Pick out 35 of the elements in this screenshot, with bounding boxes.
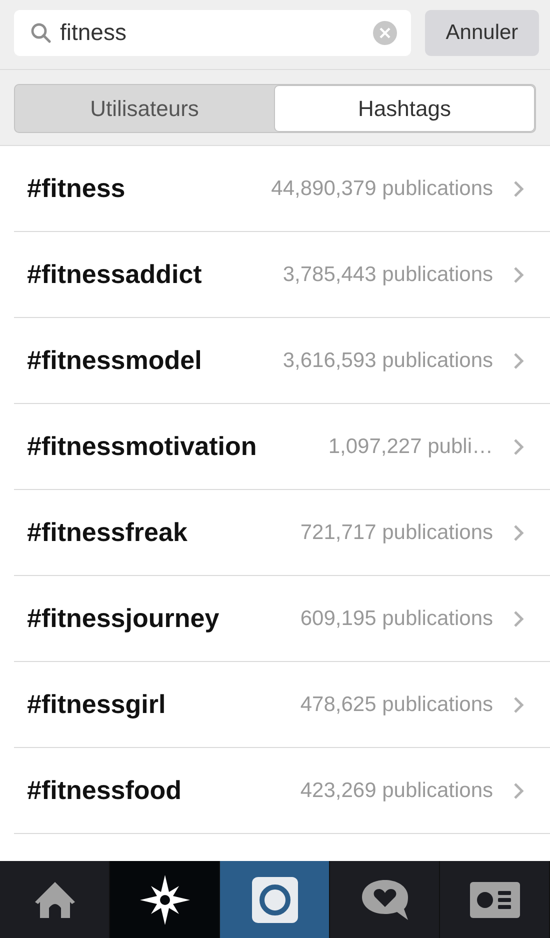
heart-bubble-icon	[360, 878, 410, 922]
chevron-icon	[513, 438, 524, 456]
segment-tab[interactable]: Utilisateurs	[15, 85, 274, 132]
post-count: 44,890,379 publications	[270, 176, 493, 200]
hashtag-name[interactable]: #fitnessaddict	[27, 259, 202, 290]
tab-bar-item[interactable]	[110, 861, 220, 938]
camera-icon	[252, 876, 298, 922]
cancel-button[interactable]: Annuler	[425, 10, 539, 56]
home-icon	[32, 880, 76, 920]
hashtag-name[interactable]: #fitnessgirl	[27, 689, 166, 720]
hashtag-name[interactable]: #fitnessmotivation	[27, 431, 257, 462]
chevron-icon	[513, 696, 524, 714]
chevron-icon	[513, 610, 524, 628]
post-count: 3,785,443 publications	[282, 262, 493, 286]
segment-tab[interactable]: Hashtags	[274, 85, 535, 132]
search-icon	[30, 22, 52, 44]
compass-star-icon	[138, 874, 190, 926]
hashtag-name[interactable]: #fitnessfreak	[27, 517, 188, 548]
post-count: 1,097,227 publi…	[327, 434, 493, 458]
search-field[interactable]: fitness	[14, 10, 411, 56]
chevron-icon	[513, 782, 524, 800]
hashtag-name[interactable]: #fitnessfood	[27, 775, 182, 806]
chevron-icon	[513, 352, 524, 370]
profile-card-icon	[470, 882, 520, 918]
post-count: 721,717 publications	[299, 520, 493, 544]
chevron-icon	[513, 180, 524, 198]
chevron-icon	[513, 524, 524, 542]
post-count: 609,195 publications	[299, 606, 493, 630]
hashtag-name[interactable]: #fitness	[27, 173, 126, 204]
post-count: 3,616,593 publications	[282, 348, 493, 372]
chevron-icon	[513, 266, 524, 284]
hashtag-name[interactable]: #fitnessmodel	[27, 345, 202, 376]
hashtag-name[interactable]: #fitnessjourney	[27, 603, 220, 634]
post-count: 423,269 publications	[299, 778, 493, 802]
post-count: 478,625 publications	[299, 692, 493, 716]
